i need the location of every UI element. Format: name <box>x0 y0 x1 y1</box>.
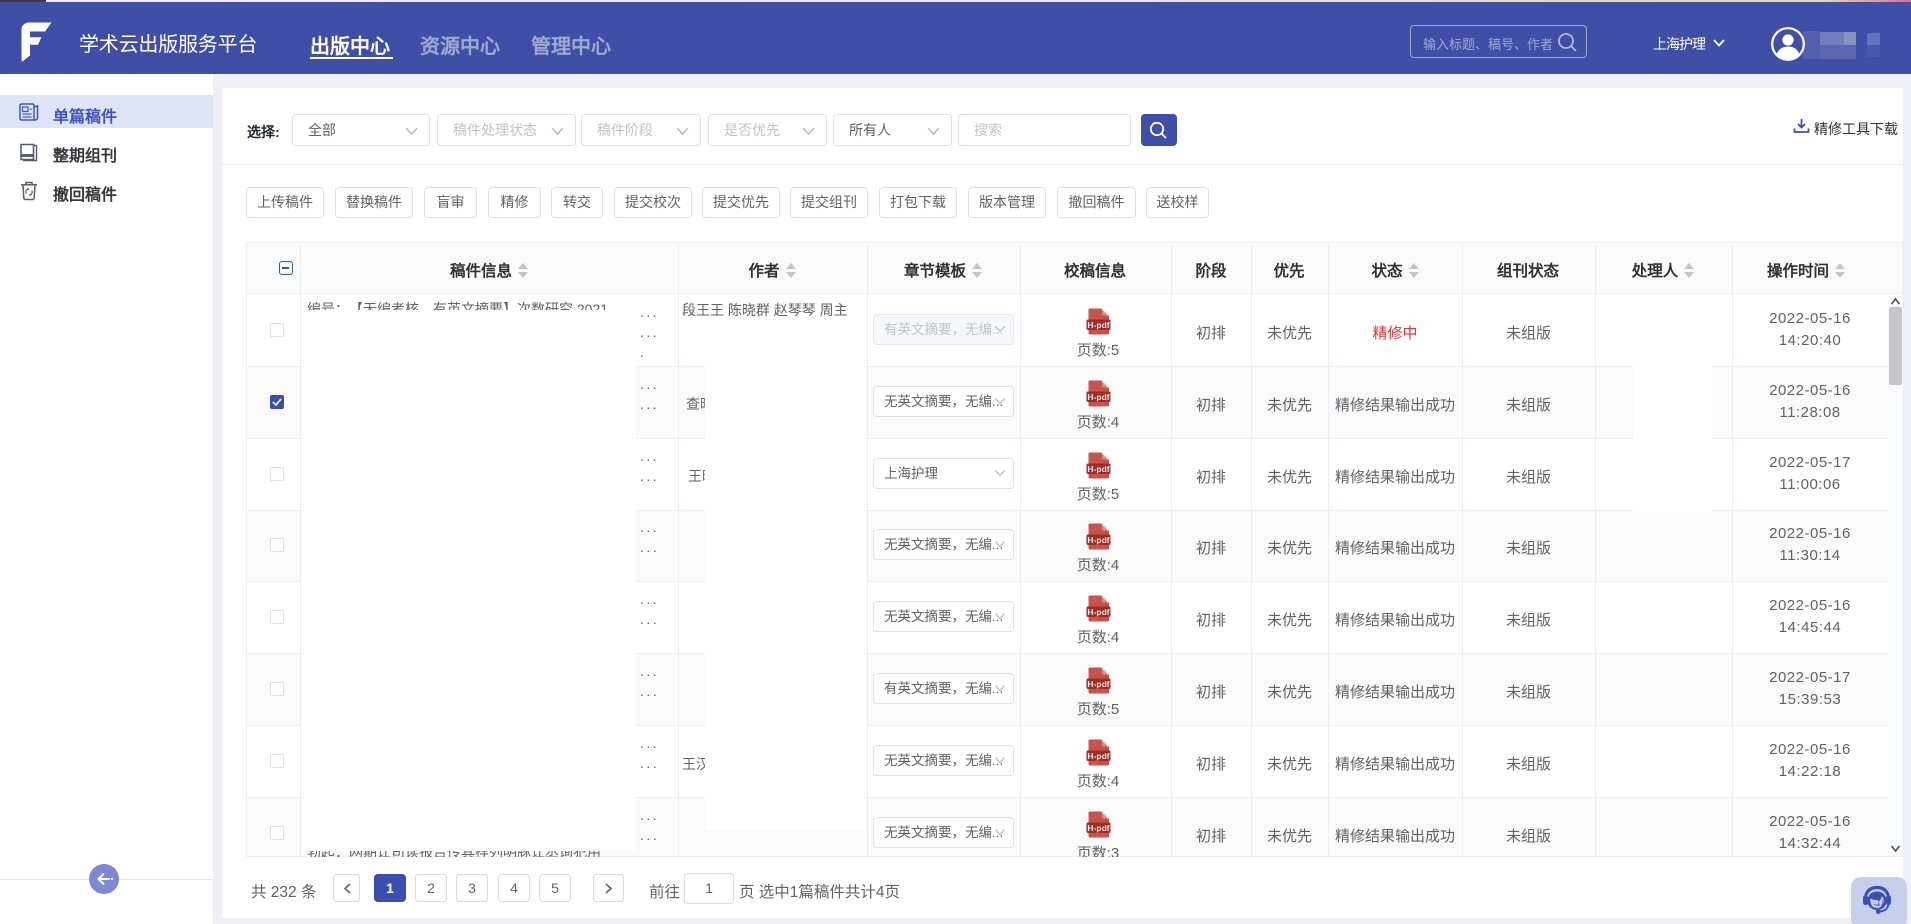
svg-text:H-pdf: H-pdf <box>1087 823 1109 833</box>
svg-text:H-pdf: H-pdf <box>1087 535 1109 545</box>
svg-text:H-pdf: H-pdf <box>1087 464 1109 474</box>
svg-text:H-pdf: H-pdf <box>1087 320 1109 330</box>
svg-text:H-pdf: H-pdf <box>1087 392 1109 402</box>
svg-text:H-pdf: H-pdf <box>1087 679 1109 689</box>
svg-text:H-pdf: H-pdf <box>1087 751 1109 761</box>
svg-text:H-pdf: H-pdf <box>1087 607 1109 617</box>
